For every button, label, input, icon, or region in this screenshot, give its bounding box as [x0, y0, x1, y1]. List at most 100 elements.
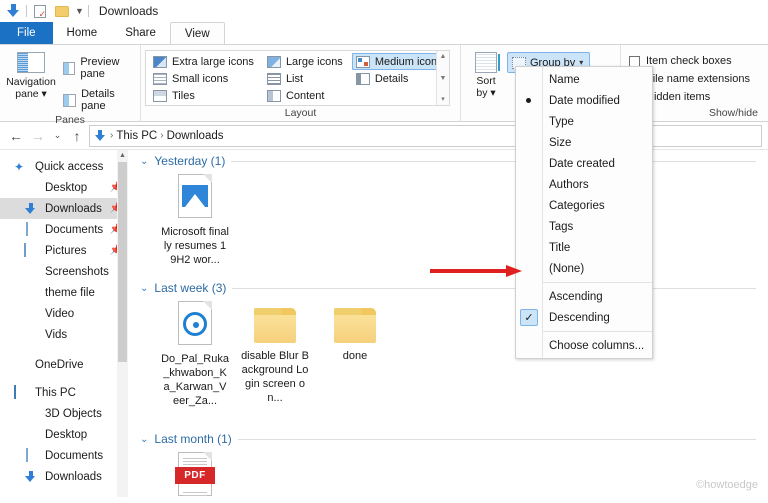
group-header-yesterday[interactable]: ⌄ Yesterday (1) — [138, 150, 768, 170]
layout-tiles[interactable]: Tiles — [149, 87, 260, 104]
forward-button[interactable]: → — [28, 126, 48, 146]
watermark: ©howtoedge — [696, 479, 758, 491]
menu-item-descending[interactable]: ✓ Descending — [516, 307, 652, 328]
navigation-pane: ✦ Quick access Desktop 📌 Downloads 📌 Doc… — [0, 150, 128, 497]
check-icon: ✓ — [520, 309, 538, 326]
tab-view[interactable]: View — [169, 22, 225, 44]
menu-item-label: Name — [549, 73, 580, 86]
breadcrumb[interactable]: › This PC › Downloads — [89, 124, 762, 147]
layout-list[interactable]: List — [263, 70, 349, 87]
menu-item-ascending[interactable]: Ascending — [516, 286, 652, 307]
preview-pane-icon — [63, 61, 76, 75]
breadcrumb-this-pc[interactable]: This PC — [116, 130, 157, 142]
menu-item-tags[interactable]: Tags — [516, 216, 652, 237]
sidebar-item-documents[interactable]: Documents 📌 — [0, 219, 128, 240]
menu-item-label: Ascending — [549, 290, 603, 303]
sidebar-item-label: Desktop — [45, 428, 88, 441]
scroll-up-icon[interactable]: ▲ — [440, 53, 447, 60]
customize-quick-access-toolbar-icon[interactable]: ▼ — [75, 6, 84, 16]
menu-item-label: Descending — [549, 311, 610, 324]
layout-small-icons[interactable]: Small icons — [149, 70, 260, 87]
chevron-down-icon[interactable]: ⌄ — [140, 156, 148, 167]
sidebar-item-theme-file[interactable]: theme file — [0, 282, 128, 303]
sidebar-item-vids[interactable]: Vids — [0, 324, 128, 345]
group-items-last-month: PDF 20191473663 — [138, 448, 768, 497]
tab-file[interactable]: File — [0, 22, 53, 44]
sidebar-item-3d-objects[interactable]: 3D Objects — [0, 403, 128, 424]
navigation-pane-button[interactable]: Navigation pane ▾ — [4, 50, 58, 100]
menu-item-size[interactable]: Size — [516, 132, 652, 153]
file-item[interactable]: PDF 20191473663 — [160, 452, 230, 497]
scroll-up-icon[interactable]: ▲ — [119, 150, 126, 161]
sidebar-item-quick-access[interactable]: ✦ Quick access — [0, 156, 128, 177]
layout-details[interactable]: Details — [352, 70, 449, 87]
downloads-icon[interactable] — [4, 2, 22, 20]
menu-item-authors[interactable]: Authors — [516, 174, 652, 195]
folder-icon — [24, 286, 39, 300]
layout-option-label: Small icons — [172, 72, 229, 85]
sidebar-item-pc-documents[interactable]: Documents — [0, 445, 128, 466]
menu-item-name[interactable]: Name — [516, 69, 652, 90]
menu-item-date-modified[interactable]: Date modified — [516, 90, 652, 111]
sidebar-item-screenshots[interactable]: Screenshots — [0, 261, 128, 282]
chevron-down-icon[interactable]: ⌄ — [140, 434, 148, 445]
layout-gallery-scrollbar[interactable]: ▲ ▼ ▾ — [436, 51, 449, 105]
layout-extra-large-icons[interactable]: Extra large icons — [149, 53, 260, 70]
layout-content[interactable]: Content — [263, 87, 349, 104]
folder-item[interactable]: disable Blur Background Login screen on.… — [240, 301, 310, 408]
file-item[interactable]: Microsoft finally resumes 19H2 wor... — [160, 174, 230, 267]
expand-gallery-icon[interactable]: ▾ — [441, 96, 445, 103]
ribbon-group-label-layout: Layout — [284, 107, 317, 119]
file-name-extensions-label: File name extensions — [646, 73, 750, 85]
recent-locations-button[interactable]: ⌄ — [50, 126, 65, 146]
file-name: Do_Pal_Ruka_khwabon_Ka_Karwan_Veer_Za... — [161, 353, 229, 407]
details-pane-button[interactable]: Details pane — [60, 86, 136, 114]
menu-item-date-created[interactable]: Date created — [516, 153, 652, 174]
group-header-last-week[interactable]: ⌄ Last week (3) — [138, 277, 768, 297]
sidebar-item-label: Documents — [45, 223, 104, 236]
breadcrumb-separator: › — [160, 130, 164, 141]
sidebar-item-pc-downloads[interactable]: Downloads — [0, 466, 128, 487]
menu-item-categories[interactable]: Categories — [516, 195, 652, 216]
sidebar-item-onedrive[interactable]: OneDrive — [0, 354, 128, 375]
layout-large-icons[interactable]: Large icons — [263, 53, 349, 70]
sidebar-item-downloads[interactable]: Downloads 📌 — [0, 198, 128, 219]
menu-item-type[interactable]: Type — [516, 111, 652, 132]
menu-item-none[interactable]: (None) — [516, 258, 652, 279]
breadcrumb-downloads[interactable]: Downloads — [167, 130, 224, 142]
checkbox-icon[interactable] — [629, 55, 640, 67]
sidebar-item-label: Documents — [45, 449, 104, 462]
scroll-down-icon[interactable]: ▼ — [440, 75, 447, 82]
scrollbar-thumb[interactable] — [118, 162, 127, 362]
ribbon-group-label-panes: Panes — [55, 114, 85, 126]
preview-pane-button[interactable]: Preview pane — [60, 54, 136, 82]
sidebar-item-this-pc[interactable]: This PC — [0, 382, 128, 403]
sidebar-item-label: theme file — [45, 286, 95, 299]
chevron-down-icon[interactable]: ⌄ — [140, 283, 148, 294]
sidebar-item-pc-desktop[interactable]: Desktop — [0, 424, 128, 445]
document-icon — [24, 221, 39, 237]
properties-icon[interactable] — [31, 2, 49, 20]
menu-item-title[interactable]: Title — [516, 237, 652, 258]
navigation-pane-scrollbar[interactable]: ▲ — [117, 150, 128, 497]
folder-item[interactable]: done — [320, 301, 390, 408]
folder-name: disable Blur Background Login screen on.… — [241, 350, 309, 404]
file-item[interactable]: Do_Pal_Ruka_khwabon_Ka_Karwan_Veer_Za... — [160, 301, 230, 408]
layout-column-3: Medium icons Details — [349, 51, 449, 105]
sidebar-item-pictures[interactable]: Pictures 📌 — [0, 240, 128, 261]
sidebar-item-video[interactable]: Video — [0, 303, 128, 324]
menu-item-choose-columns[interactable]: Choose columns... — [516, 335, 652, 356]
group-header-last-month[interactable]: ⌄ Last month (1) — [138, 428, 768, 448]
tab-share[interactable]: Share — [111, 22, 170, 44]
sidebar-item-desktop[interactable]: Desktop 📌 — [0, 177, 128, 198]
window-title: Downloads — [98, 4, 159, 18]
back-button[interactable]: ← — [6, 126, 26, 146]
breadcrumb-separator: › — [110, 130, 114, 141]
pdf-badge: PDF — [175, 467, 215, 485]
layout-medium-icons[interactable]: Medium icons — [351, 53, 449, 70]
download-icon — [24, 202, 39, 216]
tab-home[interactable]: Home — [53, 22, 112, 44]
up-button[interactable]: ↑ — [67, 126, 87, 146]
new-folder-icon[interactable] — [53, 2, 71, 20]
sort-by-button[interactable]: Sort by ▾ — [465, 50, 507, 99]
